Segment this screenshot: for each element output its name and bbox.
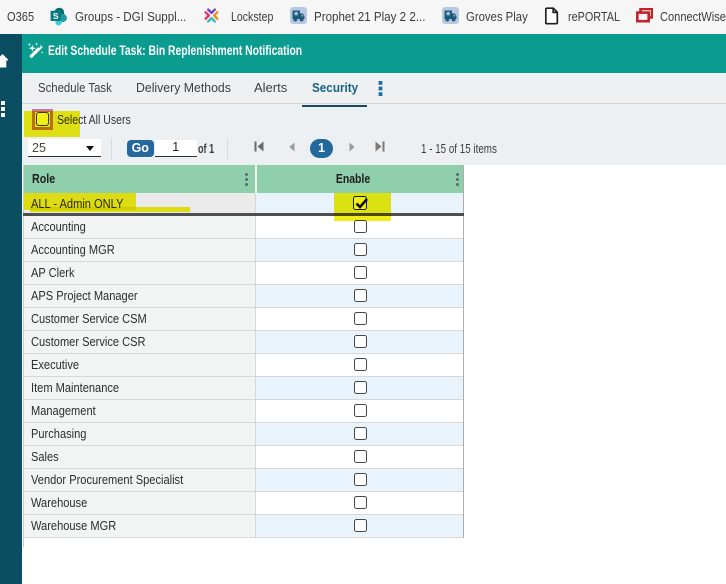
svg-text:S: S bbox=[53, 11, 59, 21]
